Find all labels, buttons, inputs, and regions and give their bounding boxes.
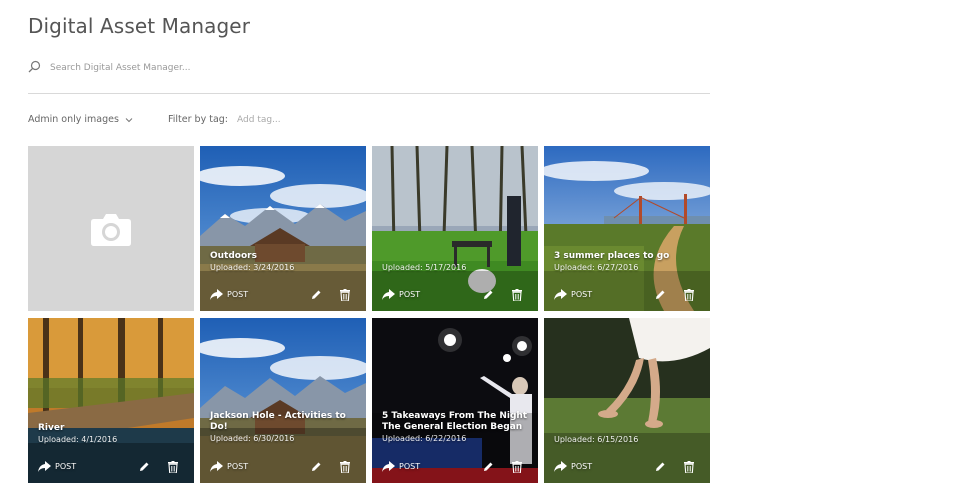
- asset-actions: POST: [210, 289, 356, 303]
- pencil-icon[interactable]: [483, 461, 494, 472]
- asset-card[interactable]: Uploaded: 6/15/2016 POST: [544, 318, 710, 483]
- asset-actions: POST: [38, 461, 184, 475]
- admin-only-images-dropdown[interactable]: Admin only images: [28, 114, 133, 125]
- asset-card[interactable]: River Uploaded: 4/1/2016 POST: [28, 318, 194, 483]
- search-input[interactable]: [50, 58, 690, 78]
- asset-thumbnail: [372, 318, 538, 483]
- asset-title: 3 summer places to go: [554, 251, 670, 261]
- pencil-icon[interactable]: [655, 289, 666, 300]
- asset-title: 5 Takeaways From The Night The General E…: [382, 411, 528, 432]
- asset-upload-date: Uploaded: 4/1/2016: [38, 435, 118, 444]
- asset-upload-date: Uploaded: 5/17/2016: [382, 263, 467, 272]
- share-arrow-icon: [382, 461, 395, 472]
- share-arrow-icon: [382, 289, 395, 300]
- post-button[interactable]: POST: [210, 289, 248, 300]
- asset-caption: 3 summer places to go Uploaded: 6/27/201…: [554, 251, 700, 274]
- post-button[interactable]: POST: [554, 289, 592, 300]
- trash-icon[interactable]: [512, 289, 522, 301]
- post-label: POST: [55, 462, 77, 471]
- asset-thumbnail: [544, 318, 710, 483]
- asset-card[interactable]: 5 Takeaways From The Night The General E…: [372, 318, 538, 483]
- share-arrow-icon: [210, 289, 223, 300]
- trash-icon[interactable]: [684, 461, 694, 473]
- asset-actions: POST: [554, 461, 700, 475]
- asset-thumbnail: [200, 318, 366, 483]
- chevron-down-icon: [125, 117, 133, 122]
- trash-icon[interactable]: [168, 461, 178, 473]
- asset-card[interactable]: Outdoors Uploaded: 3/24/2016 POST: [200, 146, 366, 311]
- asset-upload-date: Uploaded: 3/24/2016: [210, 263, 295, 272]
- post-button[interactable]: POST: [210, 461, 248, 472]
- share-arrow-icon: [210, 461, 223, 472]
- admin-only-images-label: Admin only images: [28, 114, 119, 125]
- post-label: POST: [571, 462, 593, 471]
- asset-thumbnail: [544, 146, 710, 311]
- share-arrow-icon: [554, 289, 567, 300]
- asset-upload-date: Uploaded: 6/27/2016: [554, 263, 639, 272]
- asset-caption: 5 Takeaways From The Night The General E…: [382, 411, 528, 445]
- pencil-icon[interactable]: [655, 461, 666, 472]
- tag-filter-label: Filter by tag:: [168, 114, 228, 125]
- post-label: POST: [227, 290, 249, 299]
- trash-icon[interactable]: [340, 289, 350, 301]
- asset-thumbnail: [372, 146, 538, 311]
- asset-title: Jackson Hole - Activities to Do!: [210, 411, 346, 432]
- camera-icon: [91, 214, 131, 246]
- tag-input[interactable]: [237, 115, 328, 125]
- asset-caption: Uploaded: 5/17/2016: [382, 262, 528, 274]
- asset-thumbnail: [200, 146, 366, 311]
- upload-placeholder-tile[interactable]: [28, 146, 194, 311]
- trash-icon[interactable]: [340, 461, 350, 473]
- trash-icon[interactable]: [512, 461, 522, 473]
- asset-actions: POST: [210, 461, 356, 475]
- asset-upload-date: Uploaded: 6/22/2016: [382, 434, 467, 443]
- asset-card[interactable]: 3 summer places to go Uploaded: 6/27/201…: [544, 146, 710, 311]
- post-button[interactable]: POST: [38, 461, 76, 472]
- pencil-icon[interactable]: [483, 289, 494, 300]
- asset-actions: POST: [382, 289, 528, 303]
- asset-caption: River Uploaded: 4/1/2016: [38, 423, 184, 446]
- asset-upload-date: Uploaded: 6/30/2016: [210, 434, 295, 443]
- asset-title: River: [38, 423, 65, 433]
- asset-caption: Jackson Hole - Activities to Do! Uploade…: [210, 411, 356, 445]
- post-button[interactable]: POST: [382, 461, 420, 472]
- asset-caption: Outdoors Uploaded: 3/24/2016: [210, 251, 356, 274]
- asset-caption: Uploaded: 6/15/2016: [554, 434, 700, 446]
- asset-actions: POST: [382, 461, 528, 475]
- post-button[interactable]: POST: [554, 461, 592, 472]
- asset-card[interactable]: Jackson Hole - Activities to Do! Uploade…: [200, 318, 366, 483]
- asset-thumbnail: [28, 318, 194, 483]
- pencil-icon[interactable]: [139, 461, 150, 472]
- post-label: POST: [571, 290, 593, 299]
- share-arrow-icon: [38, 461, 51, 472]
- page-title: Digital Asset Manager: [28, 14, 251, 38]
- post-label: POST: [399, 462, 421, 471]
- pencil-icon[interactable]: [311, 461, 322, 472]
- asset-card[interactable]: Uploaded: 5/17/2016 POST: [372, 146, 538, 311]
- share-arrow-icon: [554, 461, 567, 472]
- trash-icon[interactable]: [684, 289, 694, 301]
- search-icon: [28, 60, 41, 73]
- pencil-icon[interactable]: [311, 289, 322, 300]
- asset-title: Outdoors: [210, 251, 257, 261]
- post-label: POST: [227, 462, 249, 471]
- asset-actions: POST: [554, 289, 700, 303]
- post-label: POST: [399, 290, 421, 299]
- tag-filter: Filter by tag:: [168, 114, 328, 125]
- asset-upload-date: Uploaded: 6/15/2016: [554, 435, 639, 444]
- search-bar: [28, 58, 710, 94]
- post-button[interactable]: POST: [382, 289, 420, 300]
